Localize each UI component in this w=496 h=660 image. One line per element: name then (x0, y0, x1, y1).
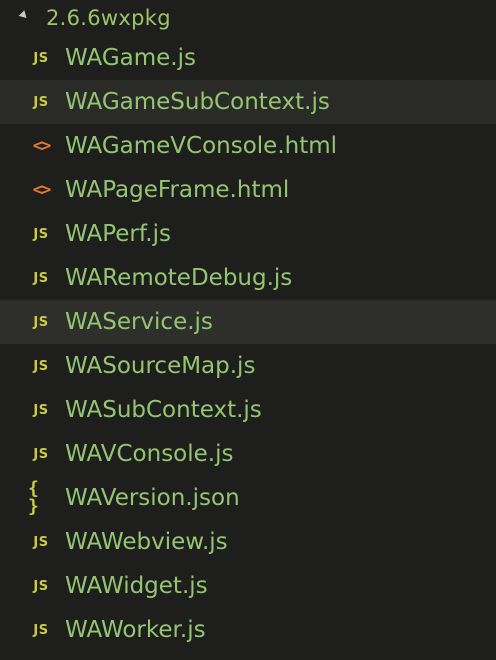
json-file-icon: { } (28, 478, 40, 517)
file-item[interactable]: { } WAVersion.json (0, 476, 496, 520)
file-name: WAGame.js (65, 44, 196, 71)
folder-name: 2.6.6wxpkg (46, 5, 171, 30)
file-item[interactable]: JS WASubContext.js (0, 388, 496, 432)
chevron-down-icon[interactable] (18, 9, 30, 21)
file-explorer-tree: 2.6.6wxpkg JS WAGame.js JS WAGameSubContext… (0, 0, 496, 660)
html-file-icon: <> (32, 179, 51, 200)
js-file-icon: JS (33, 358, 49, 374)
file-name: WAWorker.js (65, 616, 206, 643)
file-item[interactable]: JS WARemoteDebug.js (0, 256, 496, 300)
file-item[interactable]: JS WASourceMap.js (0, 344, 496, 388)
file-item[interactable]: JS WAVConsole.js (0, 432, 496, 476)
file-name: WAService.js (65, 308, 213, 335)
file-name: WAVersion.json (65, 484, 240, 511)
file-name: WAWebview.js (65, 528, 228, 555)
file-item[interactable]: JS WAGame.js (0, 36, 496, 80)
file-name: WAVConsole.js (65, 440, 234, 467)
file-name: WAGameSubContext.js (65, 88, 330, 115)
file-name: WAPerf.js (65, 220, 171, 247)
file-name: WARemoteDebug.js (65, 264, 293, 291)
js-file-icon: JS (33, 270, 49, 286)
file-name: WAWidget.js (65, 572, 208, 599)
file-name: WAPageFrame.html (65, 176, 290, 203)
file-item[interactable]: JS WAWebview.js (0, 520, 496, 564)
file-item[interactable]: JS WAPerf.js (0, 212, 496, 256)
file-item[interactable]: JS WAService.js (0, 300, 496, 344)
js-file-icon: JS (33, 534, 49, 550)
file-item[interactable]: JS WAWidget.js (0, 564, 496, 608)
js-file-icon: JS (33, 226, 49, 242)
file-list: JS WAGame.js JS WAGameSubContext.js <> WAGame… (0, 36, 496, 652)
js-file-icon: JS (33, 578, 49, 594)
js-file-icon: JS (33, 314, 49, 330)
folder-row[interactable]: 2.6.6wxpkg (0, 0, 496, 36)
file-item[interactable]: <> WAPageFrame.html (0, 168, 496, 212)
html-file-icon: <> (32, 135, 51, 156)
file-name: WASubContext.js (65, 396, 262, 423)
file-item[interactable]: JS WAGameSubContext.js (0, 80, 496, 124)
js-file-icon: JS (33, 622, 49, 638)
js-file-icon: JS (33, 446, 49, 462)
file-item[interactable]: <> WAGameVConsole.html (0, 124, 496, 168)
js-file-icon: JS (33, 94, 49, 110)
file-name: WAGameVConsole.html (65, 132, 338, 159)
js-file-icon: JS (33, 50, 49, 66)
file-name: WASourceMap.js (65, 352, 256, 379)
js-file-icon: JS (33, 402, 49, 418)
file-item[interactable]: JS WAWorker.js (0, 608, 496, 652)
